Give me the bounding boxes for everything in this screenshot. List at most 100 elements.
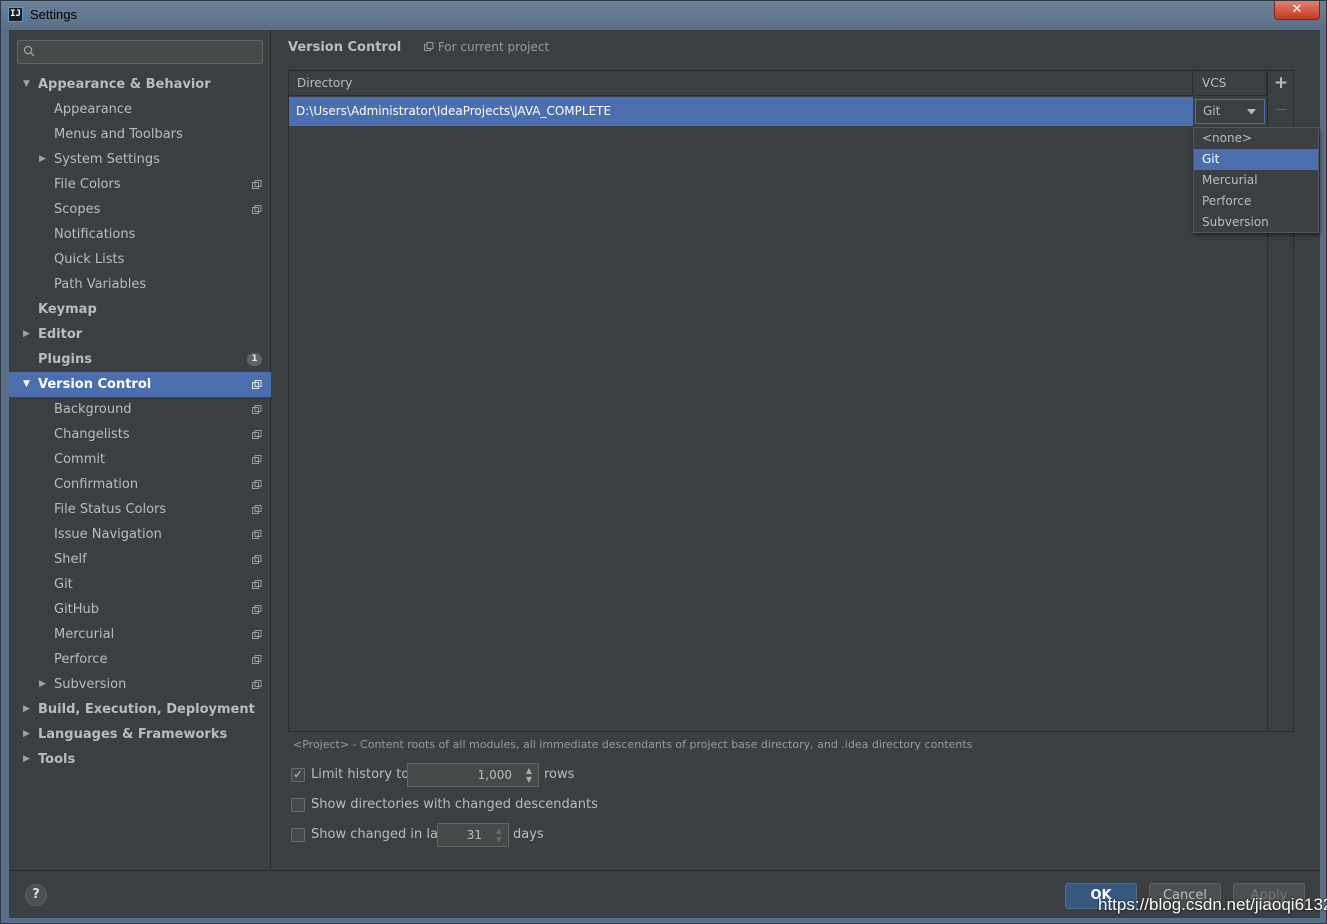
sidebar-item-label: Tools xyxy=(38,752,76,767)
sidebar-item-system-settings[interactable]: ▶ System Settings xyxy=(9,147,271,172)
show-changed-checkbox[interactable] xyxy=(291,828,305,842)
sidebar-item-appearance[interactable]: Appearance xyxy=(9,97,271,122)
vcs-mappings-table: Directory VCS + — D:\Users\Administrator… xyxy=(288,70,1294,732)
column-header-directory[interactable]: Directory xyxy=(289,71,1193,96)
search-input[interactable] xyxy=(17,40,263,64)
collapsed-arrow-icon[interactable]: ▶ xyxy=(39,672,51,697)
sidebar-item-notifications[interactable]: Notifications xyxy=(9,222,271,247)
spinner-arrows-icon[interactable]: ▲ ▼ xyxy=(492,826,506,844)
sidebar-item-languages-frameworks[interactable]: ▶ Languages & Frameworks xyxy=(9,722,271,747)
sidebar-item-label: Quick Lists xyxy=(54,252,125,267)
sidebar-item-tools[interactable]: ▶ Tools xyxy=(9,747,271,772)
sidebar-item-commit[interactable]: Commit xyxy=(9,447,271,472)
limit-history-checkbox[interactable]: ✓ xyxy=(291,768,305,782)
collapsed-arrow-icon[interactable]: ▶ xyxy=(23,722,35,747)
project-level-icon xyxy=(252,630,262,639)
project-level-icon xyxy=(252,405,262,414)
sidebar-item-keymap[interactable]: Keymap xyxy=(9,297,271,322)
sidebar-item-mercurial[interactable]: Mercurial xyxy=(9,622,271,647)
page-title: Version Control xyxy=(288,40,402,55)
sidebar-item-perforce[interactable]: Perforce xyxy=(9,647,271,672)
sidebar-item-label: Git xyxy=(54,577,73,592)
project-level-icon xyxy=(252,430,262,439)
sidebar-item-appearance-behavior[interactable]: ▼ Appearance & Behavior xyxy=(9,72,271,97)
project-level-icon xyxy=(252,605,262,614)
sidebar-item-label: Path Variables xyxy=(54,277,147,292)
show-directories-checkbox[interactable] xyxy=(291,798,305,812)
vcs-option-none[interactable]: <none> xyxy=(1194,128,1318,149)
check-icon: ✓ xyxy=(293,768,303,781)
column-header-vcs[interactable]: VCS xyxy=(1194,71,1267,96)
vcs-select-value: Git xyxy=(1203,104,1221,118)
remove-mapping-button[interactable]: — xyxy=(1269,97,1293,122)
help-button[interactable]: ? xyxy=(25,884,47,906)
sidebar-item-confirmation[interactable]: Confirmation xyxy=(9,472,271,497)
sidebar-item-label: Perforce xyxy=(54,652,108,667)
sidebar-item-editor[interactable]: ▶ Editor xyxy=(9,322,271,347)
dialog-client: ▼ Appearance & Behavior Appearance Menus an… xyxy=(9,30,1320,918)
sidebar-item-build-execution-deployment[interactable]: ▶ Build, Execution, Deployment xyxy=(9,697,271,722)
sidebar-item-changelists[interactable]: Changelists xyxy=(9,422,271,447)
sidebar-item-file-colors[interactable]: File Colors xyxy=(9,172,271,197)
sidebar-item-shelf[interactable]: Shelf xyxy=(9,547,271,572)
sidebar-item-quick-lists[interactable]: Quick Lists xyxy=(9,247,271,272)
sidebar-item-path-variables[interactable]: Path Variables xyxy=(9,272,271,297)
sidebar-item-github[interactable]: GitHub xyxy=(9,597,271,622)
sidebar-item-background[interactable]: Background xyxy=(9,397,271,422)
directory-cell: D:\Users\Administrator\IdeaProjects\JAVA… xyxy=(296,104,612,118)
expanded-arrow-icon[interactable]: ▼ xyxy=(23,72,35,97)
collapsed-arrow-icon[interactable]: ▶ xyxy=(23,747,35,772)
sidebar-item-label: Menus and Toolbars xyxy=(54,127,183,142)
sidebar-item-subversion[interactable]: ▶ Subversion xyxy=(9,672,271,697)
table-row[interactable]: D:\Users\Administrator\IdeaProjects\JAVA… xyxy=(289,97,1193,126)
sidebar-item-label: Shelf xyxy=(54,552,87,567)
sidebar-item-plugins[interactable]: Plugins 1 xyxy=(9,347,271,372)
project-level-icon xyxy=(252,205,262,214)
sidebar-item-menus-and-toolbars[interactable]: Menus and Toolbars xyxy=(9,122,271,147)
title-bar: IJ Settings ✕ xyxy=(1,1,1326,29)
collapsed-arrow-icon[interactable]: ▶ xyxy=(23,322,35,347)
sidebar-item-label: Appearance & Behavior xyxy=(38,77,211,92)
vcs-select[interactable]: Git xyxy=(1195,99,1265,124)
vcs-option-mercurial[interactable]: Mercurial xyxy=(1194,170,1318,191)
collapsed-arrow-icon[interactable]: ▶ xyxy=(23,697,35,722)
show-changed-label: Show changed in last xyxy=(311,827,450,842)
project-level-icon xyxy=(252,505,262,514)
sidebar-item-scopes[interactable]: Scopes xyxy=(9,197,271,222)
version-control-panel: Version Control For current project Dire… xyxy=(272,30,1320,870)
project-level-icon xyxy=(252,555,262,564)
collapsed-arrow-icon[interactable]: ▶ xyxy=(39,147,51,172)
spinner-arrows-icon[interactable]: ▲ ▼ xyxy=(522,766,536,784)
window-title: Settings xyxy=(30,7,77,22)
add-mapping-button[interactable]: + xyxy=(1269,71,1293,96)
sidebar-item-label: Appearance xyxy=(54,102,133,117)
sidebar-item-label: Issue Navigation xyxy=(54,527,162,542)
sidebar-item-git[interactable]: Git xyxy=(9,572,271,597)
show-changed-days-input[interactable]: 31 ▲ ▼ xyxy=(437,823,509,847)
sidebar-item-label: Notifications xyxy=(54,227,136,242)
project-level-icon xyxy=(252,380,262,389)
sidebar-item-issue-navigation[interactable]: Issue Navigation xyxy=(9,522,271,547)
sidebar-item-label: Commit xyxy=(54,452,106,467)
project-level-icon xyxy=(424,42,434,51)
vcs-option-perforce[interactable]: Perforce xyxy=(1194,191,1318,212)
close-button[interactable]: ✕ xyxy=(1274,1,1320,20)
sidebar-item-label: File Colors xyxy=(54,177,121,192)
vcs-option-git[interactable]: Git xyxy=(1194,149,1318,170)
sidebar-item-label: Editor xyxy=(38,327,83,342)
project-roots-note: <Project> - Content roots of all modules… xyxy=(293,738,973,751)
show-changed-unit: days xyxy=(513,827,544,842)
page-subtitle: For current project xyxy=(424,40,549,54)
expanded-arrow-icon[interactable]: ▼ xyxy=(23,372,35,397)
sidebar-item-version-control[interactable]: ▼ Version Control xyxy=(9,372,271,397)
sidebar-item-label: Languages & Frameworks xyxy=(38,727,228,742)
sidebar-item-file-status-colors[interactable]: File Status Colors xyxy=(9,497,271,522)
page-subtitle-text: For current project xyxy=(437,40,550,54)
project-level-icon xyxy=(252,530,262,539)
limit-history-input[interactable]: 1,000 ▲ ▼ xyxy=(407,763,539,787)
watermark: https://blog.csdn.net/jiaoqi6132 xyxy=(1098,895,1327,914)
settings-window: IJ Settings ✕ ▼ Appearance & Behavior Appe… xyxy=(0,0,1327,924)
vcs-option-subversion[interactable]: Subversion xyxy=(1194,212,1318,233)
project-level-icon xyxy=(252,680,262,689)
intellij-app-icon: IJ xyxy=(8,7,23,22)
